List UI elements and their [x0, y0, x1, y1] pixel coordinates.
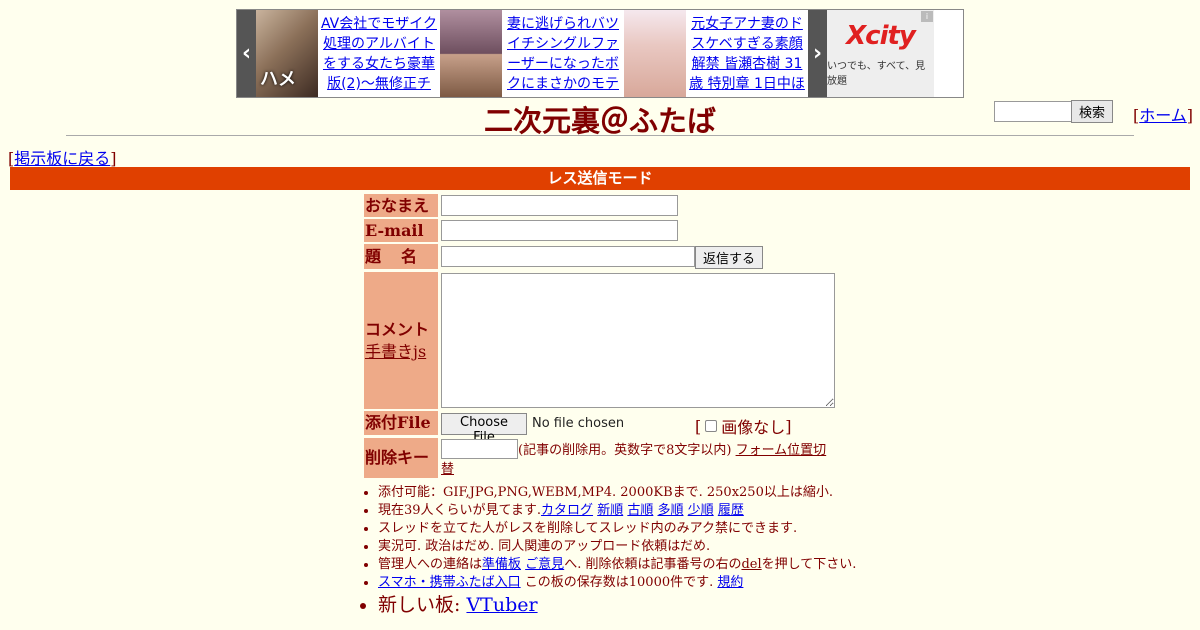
email-input[interactable]: [441, 220, 678, 241]
choose-file-button[interactable]: Choose File: [441, 413, 527, 445]
comment-label-cell: コメント 手書きjs: [364, 272, 438, 409]
ad-thumb-tag: ハメ: [260, 69, 296, 90]
note-file-types: 添付可能：GIF,JPG,PNG,WEBM,MP4. 2000KBまで. 250…: [378, 484, 938, 502]
feedback-link[interactable]: ご意見: [525, 557, 564, 572]
no-image-option[interactable]: [画像なし]: [695, 414, 792, 438]
sort-few-link[interactable]: 少順: [688, 503, 714, 518]
ad-banner[interactable]: ‹ ハメ AV会社でモザイク処理のアルバイトをする女たち豪華版(2)～無修正チン…: [236, 9, 964, 98]
ad-item-3[interactable]: 元女子アナ妻のドスケベすぎる素顔解禁 皆瀬杏樹 31歳 特別章 1日中ほ: [624, 10, 808, 97]
prep-board-link[interactable]: 準備板: [482, 557, 521, 572]
subject-label: 題 名: [364, 244, 438, 269]
ad-thumbnail-1[interactable]: ハメ: [256, 10, 318, 97]
note-rules-text: 実況可. 政治はだめ. 同人関連のアップロード依頼はだめ.: [378, 539, 711, 554]
ad-info-icon[interactable]: i: [921, 11, 933, 22]
note-contact: 管理人への連絡は準備板 ご意見へ. 削除依頼は記事番号の右のdelを押して下さい…: [378, 556, 938, 574]
mobile-entry-link[interactable]: スマホ・携帯ふたば入口: [378, 575, 521, 590]
del-word: del: [741, 557, 762, 572]
note-viewers-text: 現在39人くらいが見てます.: [378, 503, 542, 518]
xcity-tagline: いつでも、すべて、見放題: [827, 60, 926, 87]
page-title: 二次元裏＠ふたば: [483, 104, 716, 138]
ad-link-2[interactable]: 妻に逃げられバツイチシングルファーザーになったボクにまさかのモテ: [502, 10, 624, 97]
delete-key-input[interactable]: [441, 439, 518, 459]
ad-item-1[interactable]: ハメ AV会社でモザイク処理のアルバイトをする女たち豪華版(2)～無修正チン: [256, 10, 440, 97]
note-new-board: 新しい板: VTuber: [378, 592, 938, 618]
board-notes: 添付可能：GIF,JPG,PNG,WEBM,MP4. 2000KBまで. 250…: [364, 484, 938, 618]
note-viewers: 現在39人くらいが見てます.カタログ 新順 古順 多順 少順 履歴: [378, 502, 938, 520]
handwriting-link[interactable]: 手書きjs: [365, 342, 426, 361]
catalog-link[interactable]: カタログ: [541, 503, 593, 518]
back-link-wrapper: [掲示板に戻る]: [8, 149, 117, 168]
ad-sponsor-logo[interactable]: i Xcity いつでも、すべて、見放題: [827, 10, 934, 97]
file-status: No file chosen: [532, 416, 625, 431]
subject-input[interactable]: [441, 246, 695, 267]
ad-link-1[interactable]: AV会社でモザイク処理のアルバイトをする女たち豪華版(2)～無修正チン: [318, 10, 440, 97]
note-thread-ban: スレッドを立てた人がレスを削除してスレッド内のみアク禁にできます.: [378, 520, 938, 538]
title-divider: [66, 135, 1134, 136]
history-link[interactable]: 履歴: [718, 503, 744, 518]
sort-many-link[interactable]: 多順: [658, 503, 684, 518]
ad-item-2[interactable]: 妻に逃げられバツイチシングルファーザーになったボクにまさかのモテ: [440, 10, 624, 97]
reply-mode-bar: レス送信モード: [10, 167, 1190, 190]
delete-key-label: 削除キー: [364, 438, 438, 478]
ad-prev-arrow[interactable]: ‹: [237, 10, 256, 97]
terms-link[interactable]: 規約: [717, 575, 743, 590]
ad-next-arrow[interactable]: ›: [808, 10, 827, 97]
back-to-board-link[interactable]: 掲示板に戻る: [14, 149, 110, 168]
comment-textarea[interactable]: [441, 273, 835, 408]
name-label: おなまえ: [364, 194, 438, 217]
ad-thumbnail-3[interactable]: [624, 10, 686, 97]
xcity-logo: Xcity: [846, 20, 916, 51]
note-contact-prefix: 管理人への連絡は: [378, 557, 483, 572]
note-storage-text: この板の保存数は10000件です.: [520, 575, 718, 590]
comment-label: コメント: [365, 320, 430, 339]
name-input[interactable]: [441, 195, 678, 216]
new-board-prefix: 新しい板:: [378, 594, 467, 616]
note-mobile: スマホ・携帯ふたば入口 この板の保存数は10000件です. 規約: [378, 574, 938, 592]
ad-link-3[interactable]: 元女子アナ妻のドスケベすぎる素顔解禁 皆瀬杏樹 31歳 特別章 1日中ほ: [686, 10, 808, 97]
delete-key-hint: (記事の削除用。英数字で8文字以内): [518, 443, 732, 458]
note-thread-ban-text: スレッドを立てた人がレスを削除してスレッド内のみアク禁にできます.: [378, 521, 798, 536]
no-image-checkbox[interactable]: [705, 420, 718, 432]
ad-thumbnail-2[interactable]: [440, 10, 502, 97]
file-label: 添付File: [364, 411, 438, 435]
sort-new-link[interactable]: 新順: [597, 503, 623, 518]
email-label: E-mail: [364, 219, 438, 242]
sort-old-link[interactable]: 古順: [627, 503, 653, 518]
note-contact-mid: へ. 削除依頼は記事番号の右の: [564, 557, 742, 572]
note-file-types-text: 添付可能：GIF,JPG,PNG,WEBM,MP4. 2000KBまで. 250…: [378, 485, 833, 500]
note-rules: 実況可. 政治はだめ. 同人関連のアップロード依頼はだめ.: [378, 538, 938, 556]
no-image-label: 画像なし: [721, 418, 786, 437]
reply-submit-button[interactable]: 返信する: [695, 246, 763, 269]
vtuber-board-link[interactable]: VTuber: [466, 594, 537, 616]
note-contact-suffix: を押して下さい.: [761, 557, 857, 572]
